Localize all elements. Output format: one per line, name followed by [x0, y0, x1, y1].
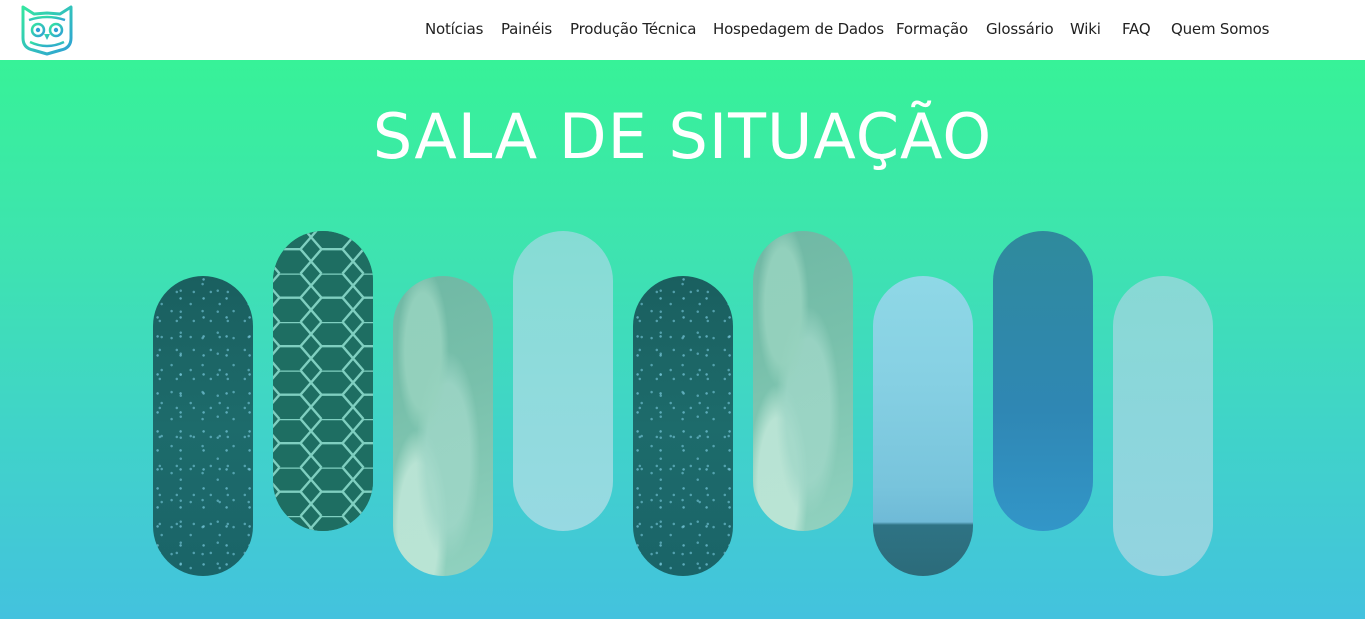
sky-landscape-image	[873, 276, 973, 576]
light-teal-image	[513, 231, 613, 531]
ocean-texture-image	[633, 276, 733, 576]
ocean-texture-image	[153, 276, 253, 576]
coastline-aerial-image	[753, 231, 853, 531]
blue-gradient-image	[993, 231, 1093, 531]
nav-faq[interactable]: FAQ	[1122, 20, 1151, 38]
site-header: Notícias Painéis Produção Técnica Hosped…	[0, 0, 1365, 60]
nav-wiki[interactable]: Wiki	[1070, 20, 1101, 38]
nav-producao-tecnica[interactable]: Produção Técnica	[570, 20, 696, 38]
nav-quem-somos[interactable]: Quem Somos	[1171, 20, 1269, 38]
nav-noticias[interactable]: Notícias	[425, 20, 483, 38]
coastline-aerial-image	[393, 276, 493, 576]
page-title: SALA DE SITUAÇÃO	[372, 100, 993, 173]
hero-banner: SALA DE SITUAÇÃO	[0, 60, 1365, 619]
nav-hospedagem-de-dados[interactable]: Hospedagem de Dados	[713, 20, 884, 38]
nav-paineis[interactable]: Painéis	[501, 20, 552, 38]
nav-formacao[interactable]: Formação	[896, 20, 968, 38]
pale-teal-image	[1113, 276, 1213, 576]
nav-glossario[interactable]: Glossário	[986, 20, 1054, 38]
main-nav: Notícias Painéis Produção Técnica Hosped…	[0, 0, 1365, 60]
hexagon-grid-image	[273, 231, 373, 531]
